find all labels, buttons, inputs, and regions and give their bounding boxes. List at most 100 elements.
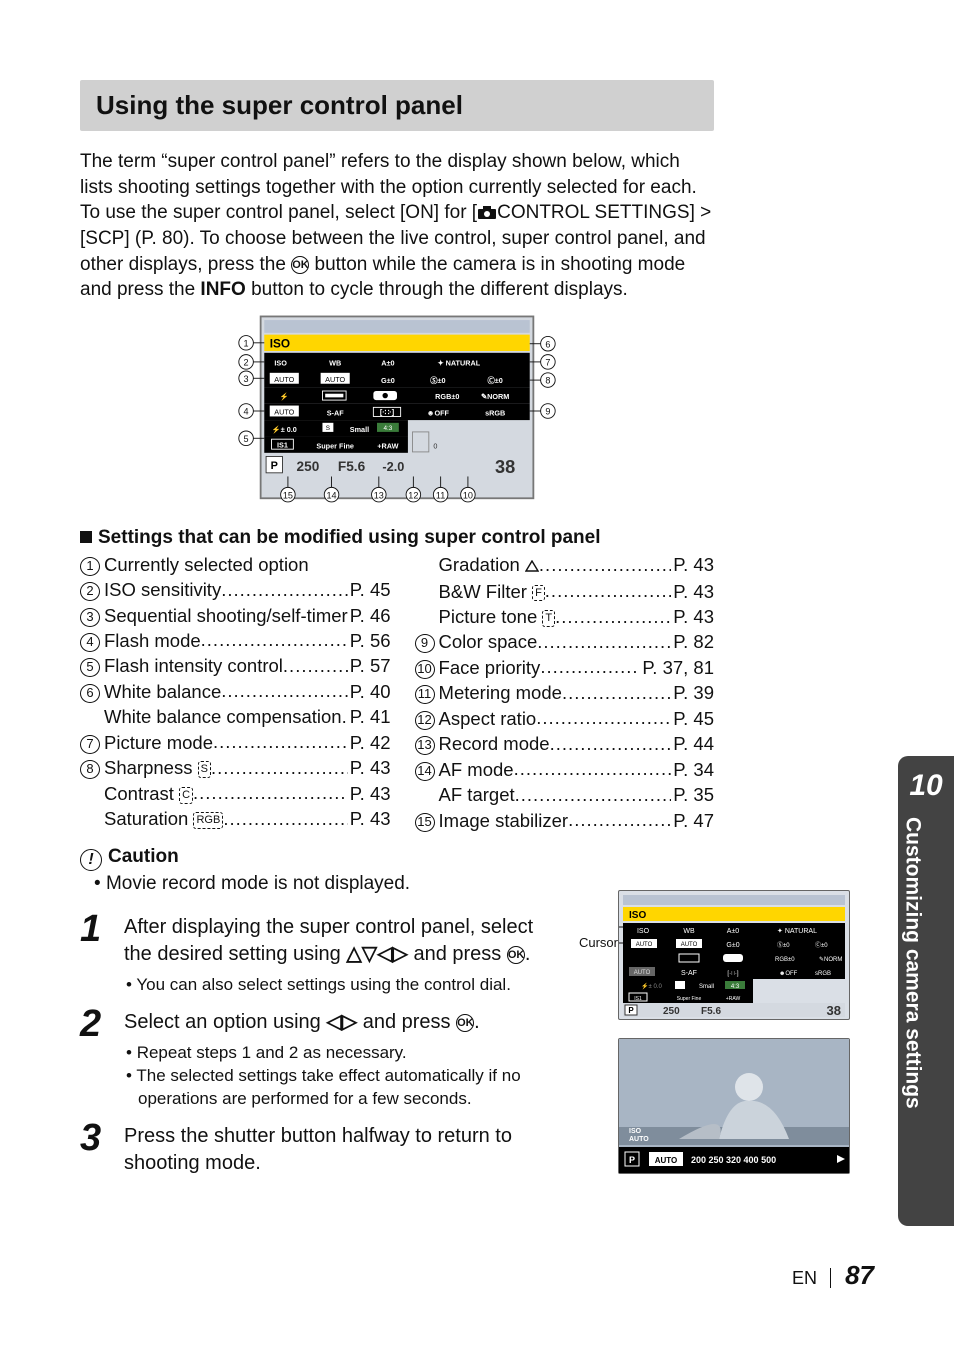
leader-dots [223, 807, 347, 826]
ok-button-icon: OK [291, 256, 309, 274]
setting-page-ref: P. 34 [671, 758, 714, 783]
leader-dots [550, 732, 672, 751]
footer-lang: EN [792, 1268, 817, 1288]
leader-dots [568, 808, 671, 827]
svg-text:12: 12 [408, 490, 418, 500]
svg-text:WB: WB [683, 928, 695, 935]
footer-page-number: 87 [845, 1260, 874, 1290]
leader-dots [515, 783, 672, 802]
setting-label: 5Flash intensity control [80, 654, 283, 679]
svg-text:AUTO: AUTO [274, 408, 294, 417]
svg-text:RGB±0: RGB±0 [435, 392, 459, 401]
svg-text:ISO: ISO [629, 1128, 642, 1135]
svg-text:A±0: A±0 [381, 358, 394, 367]
setting-label: 3Sequential shooting/self-timer [80, 604, 348, 629]
intro-text-1: The term “super control panel” refers to… [80, 151, 697, 198]
svg-text:P: P [271, 460, 278, 472]
svg-text:P: P [628, 1006, 634, 1015]
setting-label: 4Flash mode [80, 629, 201, 654]
svg-text:F5.6: F5.6 [701, 1006, 721, 1017]
settings-row: 2ISO sensitivity P. 45 [80, 578, 391, 603]
svg-text:Super Fine: Super Fine [316, 441, 354, 450]
svg-text:AUTO: AUTO [681, 942, 698, 948]
leader-dots [562, 681, 671, 700]
settings-row: 7Picture mode P. 42 [80, 730, 391, 755]
settings-row: Contrast CP. 43 [104, 781, 391, 806]
page-title: Using the super control panel [80, 80, 714, 131]
callout-number: 3 [80, 608, 100, 627]
settings-row: 13Record mode P. 44 [415, 732, 714, 757]
info-button-label: INFO [200, 279, 245, 300]
setting-page-ref: P. 45 [348, 578, 391, 603]
leader-dots [283, 654, 348, 673]
svg-text:3: 3 [244, 374, 249, 384]
setting-label: 11Metering mode [415, 681, 562, 706]
svg-text:4:3: 4:3 [383, 425, 392, 432]
setting-label: 9Color space [415, 630, 538, 655]
svg-text:☻OFF: ☻OFF [427, 408, 450, 417]
step-body: After displaying the super control panel… [124, 914, 544, 968]
caution-title: Caution [108, 846, 179, 867]
svg-text:sRGB: sRGB [485, 408, 505, 417]
svg-text:AUTO: AUTO [325, 375, 345, 384]
setting-label: White balance compensation [104, 705, 342, 730]
step-sub-bullet: Repeat steps 1 and 2 as necessary. [138, 1042, 584, 1065]
liveview-figure: ISO AUTO P AUTO 200 250 320 400 500 [618, 1038, 850, 1174]
settings-row: 6White balance P. 40 [80, 679, 391, 704]
svg-text:P: P [629, 1155, 635, 1165]
callout-number: 11 [415, 685, 435, 704]
caution-block: !Caution Movie record mode is not displa… [80, 844, 714, 897]
svg-text:✦ NATURAL: ✦ NATURAL [437, 358, 480, 367]
c-circle-icon: C [179, 787, 193, 804]
setting-label: 12Aspect ratio [415, 707, 537, 732]
setting-label: Gradation [439, 553, 539, 579]
svg-text:4:3: 4:3 [731, 984, 740, 990]
svg-text:38: 38 [827, 1003, 841, 1018]
svg-text:ISO: ISO [274, 358, 287, 367]
svg-text:A±0: A±0 [727, 928, 740, 935]
step-number: 2 [80, 1005, 124, 1111]
settings-row: 9Color space P. 82 [415, 630, 714, 655]
leader-dots [221, 679, 347, 698]
intro-text-4: button to cycle through the different di… [246, 279, 628, 300]
cursor-label: Cursor [579, 934, 618, 952]
settings-row: Gradation P. 43 [439, 553, 714, 579]
side-figures: ISO ISO WB A±0 ✦ NATURAL AUTO AUTO G±0 Ⓢ… [618, 890, 856, 1192]
setting-label: 15Image stabilizer [415, 809, 569, 834]
settings-row: 3Sequential shooting/self-timer P. 46 [80, 603, 391, 628]
chapter-number: 10 [898, 756, 954, 807]
ok-button-icon: OK [456, 1014, 474, 1032]
svg-text:Super Fine: Super Fine [677, 996, 702, 1002]
caution-icon: ! [80, 849, 102, 871]
setting-label: 13Record mode [415, 732, 550, 757]
settings-row: 8Sharpness SP. 43 [80, 756, 391, 781]
super-control-panel-figure: ISO ISO WB A±0 ✦ NATURAL AUTO AUTO G±0 Ⓢ… [227, 311, 567, 511]
svg-text:Ⓢ±0: Ⓢ±0 [430, 376, 445, 385]
settings-row: AF target P. 35 [439, 783, 714, 808]
page-footer: EN 87 [792, 1258, 874, 1293]
setting-label: 10Face priority [415, 656, 541, 681]
setting-page-ref: P. 39 [671, 681, 714, 706]
setting-page-ref: P. 40 [348, 680, 391, 705]
setting-label: 1Currently selected option [80, 553, 309, 578]
svg-text:Ⓒ±0: Ⓒ±0 [488, 376, 503, 385]
camera-icon [477, 202, 497, 223]
setting-label: Saturation RGB [104, 807, 223, 832]
settings-row: 11Metering mode P. 39 [415, 681, 714, 706]
arrow-updownleftright-icon: △▽◁▷ [346, 943, 408, 965]
svg-text:[·∷·]: [·∷·] [727, 971, 738, 977]
setting-label: B&W Filter F [439, 580, 545, 605]
f-circle-icon: F [532, 585, 545, 602]
svg-text:7: 7 [545, 357, 550, 367]
svg-text:14: 14 [326, 490, 336, 500]
svg-text:WB: WB [329, 358, 341, 367]
leader-dots [193, 781, 348, 800]
leader-dots [539, 553, 671, 572]
svg-text:AUTO: AUTO [274, 375, 294, 384]
setting-label: 2ISO sensitivity [80, 578, 221, 603]
setting-page-ref: P. 43 [671, 553, 714, 578]
settings-row: 1Currently selected option [80, 553, 391, 578]
callout-number: 9 [415, 634, 435, 653]
setting-page-ref: P. 43 [671, 580, 714, 605]
setting-page-ref: P. 56 [348, 629, 391, 654]
